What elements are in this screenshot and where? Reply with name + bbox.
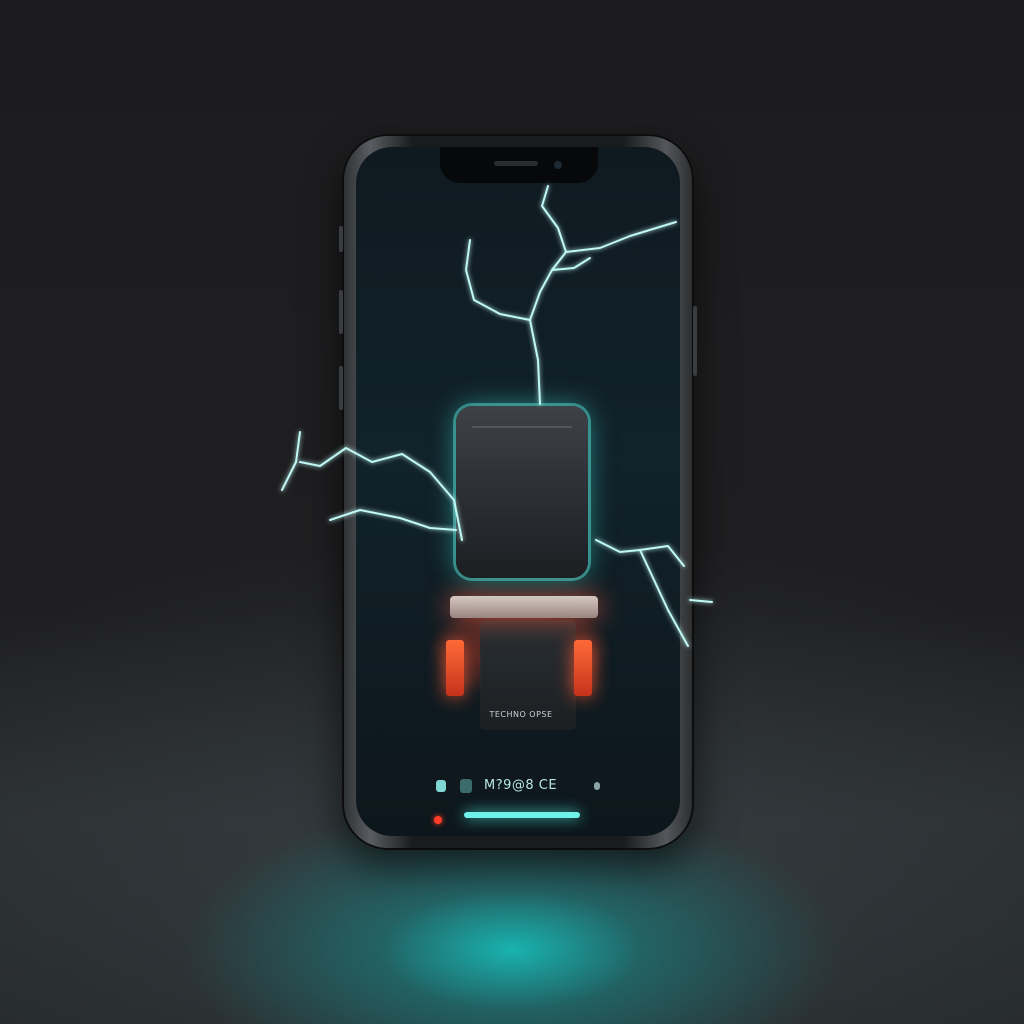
lightning-bolt xyxy=(689,599,713,603)
lightning-bolt xyxy=(281,431,463,541)
lightning-bolts xyxy=(281,185,713,647)
lightning-bolt xyxy=(529,185,567,405)
lightning-bolt xyxy=(329,509,457,531)
scene: TECHNO OPSE M?9@8 CE xyxy=(0,0,1024,1024)
lightning-bolt xyxy=(595,539,685,567)
lightning-bolt xyxy=(639,549,689,647)
lightning-bolt xyxy=(465,239,531,321)
lightning-bolt xyxy=(565,221,677,253)
